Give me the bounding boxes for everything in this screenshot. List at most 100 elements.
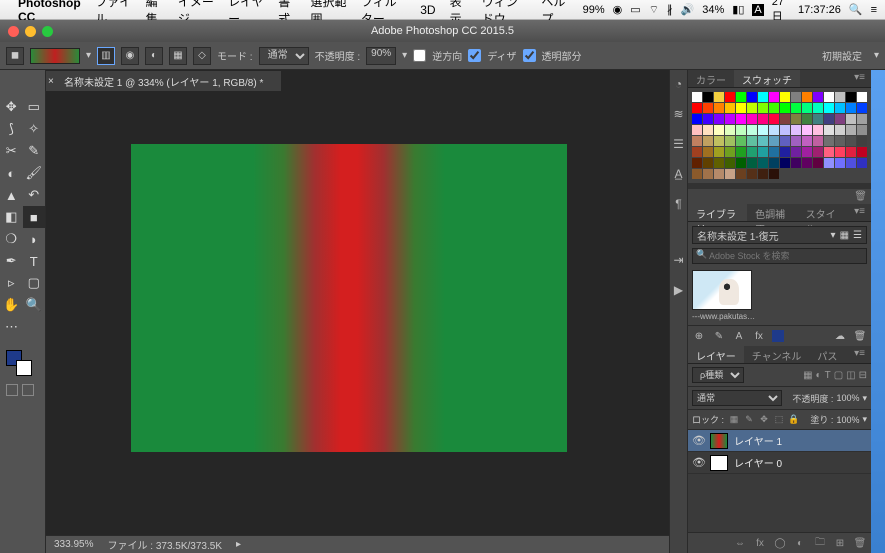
swatch-cell[interactable] [736, 136, 746, 146]
swatch-cell[interactable] [780, 136, 790, 146]
quickmask-button[interactable] [6, 384, 18, 396]
shape-tool[interactable]: ▢ [23, 272, 46, 294]
swatch-cell[interactable] [692, 158, 702, 168]
swatch-cell[interactable] [835, 158, 845, 168]
swatch-cell[interactable] [725, 114, 735, 124]
swatch-cell[interactable] [846, 147, 856, 157]
blend-mode-select[interactable]: 通常 [692, 390, 782, 406]
layer-mask-icon[interactable]: ◯ [773, 536, 787, 550]
swatch-cell[interactable] [747, 125, 757, 135]
swatch-cell[interactable] [692, 114, 702, 124]
swatch-cell[interactable] [714, 103, 724, 113]
lib-cloud-icon[interactable]: ☁ [833, 329, 847, 343]
layer-opacity-value[interactable]: 100% [836, 393, 859, 403]
swatch-cell[interactable] [857, 114, 867, 124]
swatch-cell[interactable] [703, 125, 713, 135]
swatch-cell[interactable] [747, 136, 757, 146]
swatch-cell[interactable] [736, 169, 746, 179]
swatch-cell[interactable] [857, 147, 867, 157]
swatch-cell[interactable] [758, 92, 768, 102]
swatch-tab[interactable]: スウォッチ [734, 70, 800, 87]
swatch-cell[interactable] [725, 169, 735, 179]
swatch-cell[interactable] [857, 136, 867, 146]
minimize-window-button[interactable] [25, 26, 36, 37]
linear-gradient-button[interactable]: ▥ [97, 47, 115, 65]
fill-value[interactable]: 100% [836, 415, 859, 425]
new-layer-icon[interactable]: ⊞ [833, 536, 847, 550]
reset-button[interactable]: 初期設定 [822, 48, 862, 63]
swatch-cell[interactable] [780, 125, 790, 135]
swatch-cell[interactable] [769, 92, 779, 102]
swatch-cell[interactable] [824, 114, 834, 124]
swatch-cell[interactable] [813, 136, 823, 146]
close-tab-icon[interactable]: × [48, 76, 54, 87]
adjustments-tab[interactable]: 色調補正 [747, 204, 798, 221]
swatch-cell[interactable] [846, 136, 856, 146]
notification-icon[interactable]: ≡ [871, 4, 877, 16]
layer-row-0[interactable]: 👁 レイヤー 0 [688, 452, 871, 474]
document-tab[interactable]: × 名称未設定 1 @ 334% (レイヤー 1, RGB/8) * [46, 71, 281, 91]
brush-tool[interactable]: 🖌 [23, 162, 46, 184]
swatch-cell[interactable] [692, 92, 702, 102]
swatch-cell[interactable] [802, 114, 812, 124]
swatch-cell[interactable] [747, 114, 757, 124]
swatch-cell[interactable] [791, 136, 801, 146]
pen-tool[interactable]: ✒ [0, 250, 23, 272]
swatch-cell[interactable] [736, 147, 746, 157]
reflected-gradient-button[interactable]: ▦ [169, 47, 187, 65]
filter-pixel-icon[interactable]: ▦ [803, 370, 812, 381]
swatch-cell[interactable] [802, 158, 812, 168]
swatch-cell[interactable] [813, 125, 823, 135]
layer-opacity-dropdown-icon[interactable]: ▾ [862, 393, 867, 404]
swatch-cell[interactable] [791, 158, 801, 168]
lib-trash-icon[interactable]: 🗑 [854, 191, 867, 202]
opacity-dropdown-icon[interactable]: ▾ [402, 50, 407, 61]
filter-type-icon[interactable]: T [825, 370, 831, 381]
swatch-cell[interactable] [824, 103, 834, 113]
magic-wand-tool[interactable]: ✧ [23, 118, 46, 140]
swatch-cell[interactable] [835, 136, 845, 146]
swatch-cell[interactable] [703, 103, 713, 113]
swatch-cell[interactable] [824, 147, 834, 157]
swatch-cell[interactable] [802, 92, 812, 102]
lock-artboard-icon[interactable]: ⬚ [773, 414, 785, 426]
group-icon[interactable]: 🗀 [813, 536, 827, 550]
zoom-tool[interactable]: 🔍 [23, 294, 46, 316]
lock-paint-icon[interactable]: ✎ [743, 414, 755, 426]
swatch-cell[interactable] [791, 103, 801, 113]
swatch-cell[interactable] [813, 103, 823, 113]
swatch-cell[interactable] [714, 125, 724, 135]
channels-tab[interactable]: チャンネル [744, 346, 810, 363]
swatch-cell[interactable] [846, 158, 856, 168]
path-select-tool[interactable]: ▹ [0, 272, 23, 294]
swatch-cell[interactable] [758, 136, 768, 146]
swatch-cell[interactable] [725, 147, 735, 157]
menubar-time[interactable]: 17:37:26 [798, 4, 841, 16]
transparency-checkbox[interactable] [523, 49, 536, 62]
file-info[interactable]: ファイル : 373.5K/373.5K [107, 537, 222, 552]
angle-gradient-button[interactable]: ◐ [145, 47, 163, 65]
layer-thumbnail[interactable] [710, 455, 728, 471]
swatch-cell[interactable] [692, 169, 702, 179]
swatch-cell[interactable] [791, 114, 801, 124]
swatch-cell[interactable] [736, 103, 746, 113]
opacity-field[interactable]: 90% [366, 47, 396, 65]
swatch-cell[interactable] [857, 158, 867, 168]
swatch-cell[interactable] [846, 92, 856, 102]
move-tool[interactable]: ✥ [0, 96, 23, 118]
swatch-cell[interactable] [791, 147, 801, 157]
volume-icon[interactable]: 🔊 [681, 3, 695, 16]
swatch-cell[interactable] [846, 103, 856, 113]
swatch-cell[interactable] [813, 92, 823, 102]
swatch-cell[interactable] [714, 114, 724, 124]
swatch-cell[interactable] [692, 147, 702, 157]
swatch-cell[interactable] [692, 103, 702, 113]
swatch-cell[interactable] [725, 125, 735, 135]
eyedropper-tool[interactable]: ✎ [23, 140, 46, 162]
swatch-cell[interactable] [703, 136, 713, 146]
visibility-toggle-icon[interactable]: 👁 [692, 456, 704, 469]
swatch-cell[interactable] [736, 125, 746, 135]
options-menu-icon[interactable]: ▾ [874, 50, 879, 61]
library-thumbnail[interactable] [692, 270, 752, 310]
swatch-cell[interactable] [780, 114, 790, 124]
